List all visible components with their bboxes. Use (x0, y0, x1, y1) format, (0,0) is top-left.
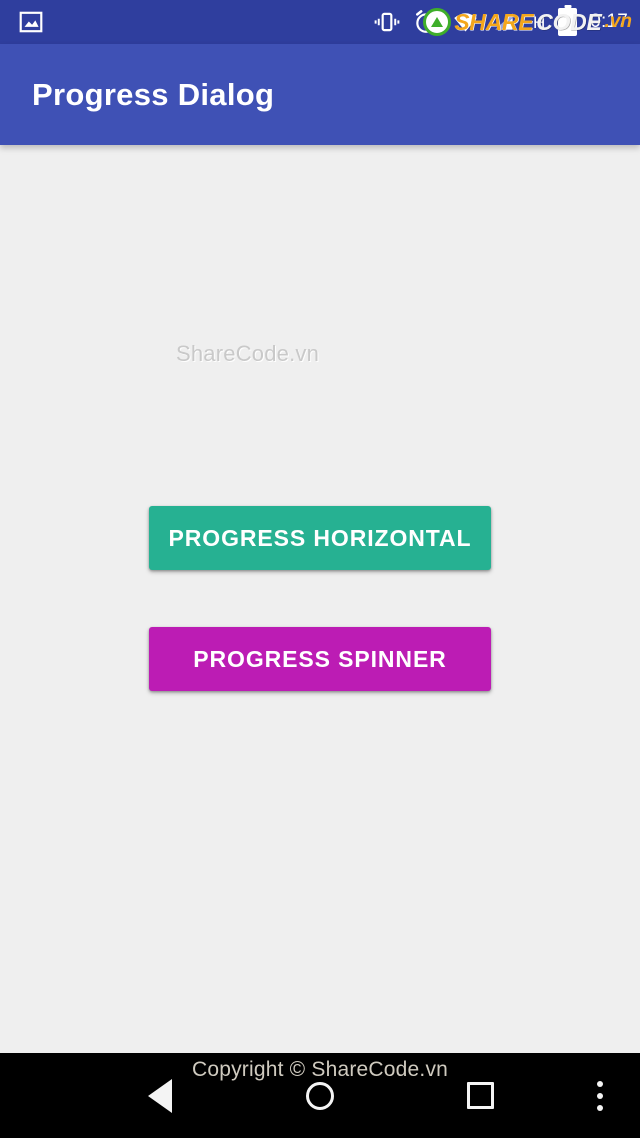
center-watermark-text: ShareCode.vn (176, 341, 320, 366)
square-icon (466, 1082, 494, 1109)
three-dots-icon (597, 1080, 603, 1111)
phone-screen: H 0:17 SHARE CODE .vn Progress Dialog Sh… (0, 0, 640, 1138)
overflow-menu-button[interactable] (565, 1053, 635, 1138)
home-button[interactable] (275, 1053, 365, 1138)
progress-horizontal-button[interactable]: PROGRESS HORIZONTAL (149, 506, 491, 570)
alarm-icon (413, 9, 439, 35)
network-type-label: H (532, 12, 546, 32)
battery-icon (558, 8, 578, 36)
wifi-icon (452, 9, 479, 36)
navigation-bar (0, 1053, 640, 1138)
triangle-left-icon (148, 1078, 172, 1113)
back-button[interactable] (115, 1053, 205, 1138)
app-bar: Progress Dialog (0, 44, 640, 145)
cellular-signal-icon (492, 9, 518, 35)
page-title: Progress Dialog (32, 76, 275, 112)
status-bar-notifications (18, 9, 44, 35)
status-bar-system-icons: H 0:17 (374, 8, 628, 36)
main-content: ShareCode.vn PROGRESS HORIZONTAL PROGRES… (0, 145, 640, 1053)
circle-icon (306, 1081, 334, 1110)
vibrate-icon (374, 9, 400, 35)
recents-button[interactable] (435, 1053, 525, 1138)
progress-spinner-button[interactable]: PROGRESS SPINNER (149, 627, 491, 691)
status-bar-clock: 0:17 (590, 11, 628, 32)
image-notification-icon (18, 9, 44, 35)
status-bar: H 0:17 SHARE CODE .vn (0, 0, 640, 44)
